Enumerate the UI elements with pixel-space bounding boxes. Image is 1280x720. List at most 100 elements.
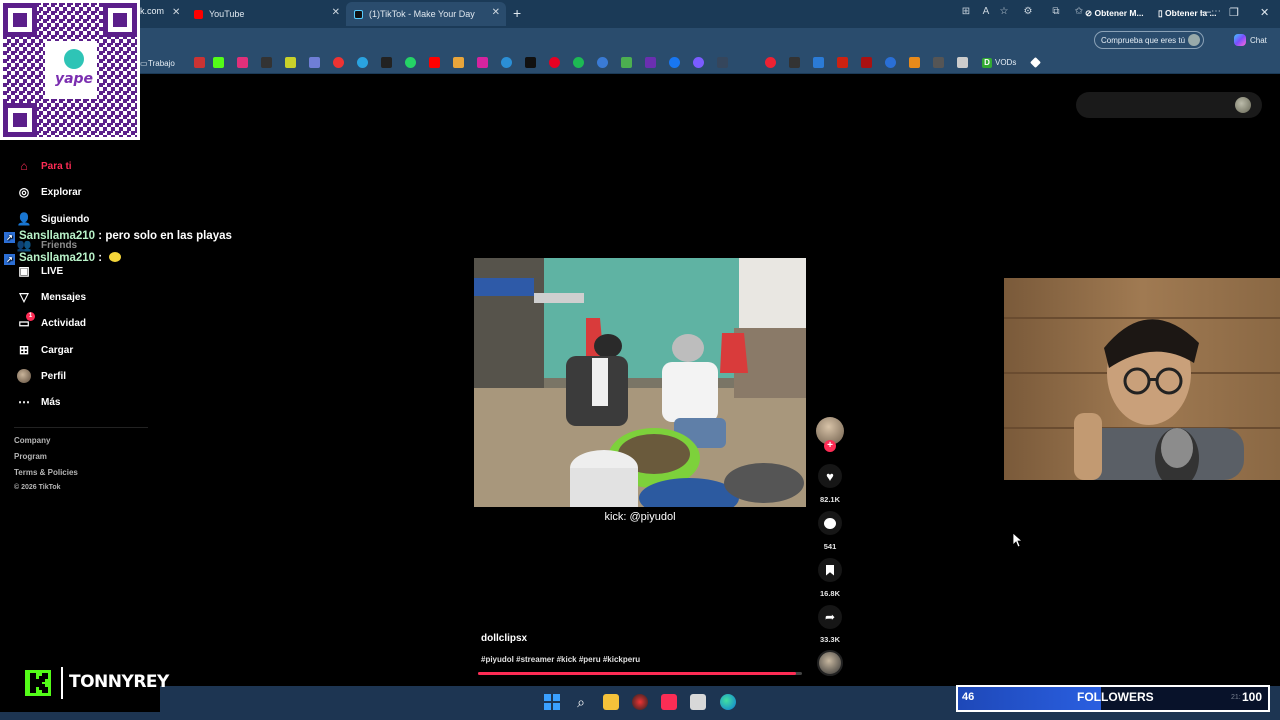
restore-icon[interactable]: ❐ bbox=[1229, 6, 1239, 19]
chrome-icon[interactable] bbox=[632, 694, 648, 710]
sidebar-item-live[interactable]: ▣ LIVE bbox=[16, 264, 63, 278]
video-player[interactable] bbox=[474, 258, 806, 507]
youtube-bookmark-icon[interactable] bbox=[429, 57, 440, 68]
avatar[interactable] bbox=[1235, 97, 1251, 113]
bookmark-icon[interactable] bbox=[789, 57, 800, 68]
bookmark-icon[interactable] bbox=[381, 57, 392, 68]
bookmark-icon[interactable] bbox=[861, 57, 872, 68]
sidebar-item-mensajes[interactable]: ▽ Mensajes bbox=[16, 290, 86, 304]
appletv-bookmark-icon[interactable] bbox=[261, 57, 272, 68]
bookmark-icon[interactable] bbox=[909, 57, 920, 68]
footer-link-terms[interactable]: Terms & Policies bbox=[14, 468, 78, 477]
pinterest-bookmark-icon[interactable] bbox=[549, 57, 560, 68]
split-screen-icon[interactable]: ⧉ bbox=[1050, 6, 1062, 18]
video-author[interactable]: dollclipsx bbox=[481, 633, 527, 644]
app-available-icon[interactable]: ⊞ bbox=[960, 6, 972, 18]
search-icon[interactable]: ⌕ bbox=[573, 694, 589, 710]
instagram-bookmark-icon[interactable] bbox=[477, 57, 488, 68]
follow-button[interactable]: + bbox=[824, 440, 836, 452]
bookmark-icon[interactable] bbox=[693, 57, 704, 68]
bookmark-icon[interactable] bbox=[309, 57, 320, 68]
windows-start-icon[interactable] bbox=[544, 694, 560, 710]
bookmark-icon[interactable] bbox=[645, 57, 656, 68]
sidebar-item-label: Siguiendo bbox=[41, 213, 90, 225]
kick-bookmark-icon[interactable] bbox=[213, 57, 224, 68]
bookmark-icon[interactable] bbox=[813, 57, 824, 68]
bookmark-folder-trabajo[interactable]: Trabajo bbox=[148, 59, 175, 68]
bookmark-icon[interactable] bbox=[285, 57, 296, 68]
get-mobile-app-button[interactable]: ⊘ Obtener M... bbox=[1085, 8, 1144, 19]
footer-link-company[interactable]: Company bbox=[14, 436, 50, 445]
bookmark-icon[interactable] bbox=[885, 57, 896, 68]
chat-username: Sansllama210 bbox=[19, 230, 96, 242]
sidebar-item-cargar[interactable]: ⊞ Cargar bbox=[16, 343, 73, 357]
sidebar-item-explorar[interactable]: ◎ Explorar bbox=[16, 185, 82, 199]
comment-button[interactable] bbox=[818, 511, 842, 535]
system-clock: 21: bbox=[1231, 694, 1241, 701]
youtube-favicon-icon bbox=[194, 9, 203, 19]
favorites-icon[interactable]: ✩ bbox=[1073, 6, 1085, 18]
video-hashtags[interactable]: #piyudol #streamer #kick #peru #kickperu bbox=[481, 655, 640, 664]
close-tab-icon[interactable]: ✕ bbox=[172, 7, 180, 18]
music-app-icon[interactable] bbox=[661, 694, 677, 710]
like-button[interactable]: ♥ bbox=[818, 464, 842, 488]
url-field[interactable]: k.com bbox=[140, 6, 164, 16]
get-desktop-app-button[interactable]: ▯ Obtener la ... bbox=[1158, 8, 1217, 19]
sidebar-item-perfil[interactable]: Perfil bbox=[16, 369, 66, 383]
sidebar-item-siguiendo[interactable]: 👤 Siguiendo bbox=[16, 212, 90, 226]
close-tab-icon[interactable]: ✕ bbox=[332, 7, 340, 18]
save-button[interactable] bbox=[818, 558, 842, 582]
bookmark-icon[interactable] bbox=[837, 57, 848, 68]
bookmark-icon[interactable] bbox=[333, 57, 344, 68]
telegram-bookmark-icon[interactable] bbox=[357, 57, 368, 68]
sidebar-item-label: Perfil bbox=[41, 370, 67, 382]
bookmark-icon[interactable] bbox=[453, 57, 464, 68]
heart-icon: ♥ bbox=[826, 468, 834, 484]
x-bookmark-icon[interactable] bbox=[525, 57, 536, 68]
close-window-icon[interactable]: ✕ bbox=[1260, 6, 1269, 19]
kick-badge-icon: ↗ bbox=[4, 232, 15, 243]
copyright: © 2026 TikTok bbox=[14, 484, 61, 491]
music-bookmark-icon[interactable] bbox=[237, 57, 248, 68]
edge-icon[interactable] bbox=[720, 694, 736, 710]
copilot-chat-button[interactable]: Chat bbox=[1234, 34, 1267, 46]
favorite-star-icon[interactable]: ☆ bbox=[998, 6, 1010, 18]
file-explorer-icon[interactable] bbox=[603, 694, 619, 710]
comment-count: 541 bbox=[823, 542, 837, 551]
read-aloud-icon[interactable]: A bbox=[980, 6, 992, 18]
facebook-bookmark-icon[interactable] bbox=[669, 57, 680, 68]
tumblr-bookmark-icon[interactable] bbox=[717, 57, 728, 68]
share-button[interactable]: ➦ bbox=[818, 605, 842, 629]
bookmark-icon[interactable] bbox=[957, 57, 968, 68]
sidebar-item-actividad[interactable]: ▭ 1 Actividad bbox=[16, 312, 87, 330]
bookmark-icon[interactable] bbox=[501, 57, 512, 68]
music-disc-icon[interactable] bbox=[817, 650, 843, 676]
maps-bookmark-icon[interactable] bbox=[621, 57, 632, 68]
sidebar-item-label: Actividad bbox=[41, 317, 87, 329]
new-tab-button[interactable]: + bbox=[513, 5, 521, 21]
sidebar-item-para-ti[interactable]: ⌂ Para ti bbox=[16, 159, 71, 173]
sidebar-item-mas[interactable]: ⋯ Más bbox=[16, 395, 60, 409]
following-icon: 👤 bbox=[16, 212, 32, 226]
kick-badge-icon: ↗ bbox=[4, 254, 15, 265]
bookmark-icon[interactable] bbox=[765, 57, 776, 68]
spotify-bookmark-icon[interactable] bbox=[573, 57, 584, 68]
sidebar-divider bbox=[14, 427, 148, 428]
webcam-overlay bbox=[1004, 278, 1280, 480]
snipping-tool-icon[interactable] bbox=[690, 694, 706, 710]
tab-tiktok[interactable]: (1)TikTok - Make Your Day ✕ bbox=[346, 2, 506, 26]
close-tab-icon[interactable]: ✕ bbox=[492, 7, 500, 18]
tab-youtube[interactable]: YouTube ✕ bbox=[186, 2, 346, 26]
home-icon: ⌂ bbox=[20, 159, 28, 173]
bookmark-icon[interactable] bbox=[933, 57, 944, 68]
svg-text:yape: yape bbox=[55, 71, 93, 87]
bookmark-vods[interactable]: D VODs bbox=[982, 58, 1016, 68]
footer-link-program[interactable]: Program bbox=[14, 452, 47, 461]
bookmark-icon[interactable] bbox=[741, 57, 752, 68]
extensions-icon[interactable]: ⚙ bbox=[1022, 6, 1034, 18]
whatsapp-bookmark-icon[interactable] bbox=[405, 57, 416, 68]
profile-button[interactable]: Comprueba que eres tú bbox=[1094, 31, 1204, 49]
bookmark-icon[interactable] bbox=[597, 57, 608, 68]
video-progress-bar[interactable] bbox=[478, 672, 802, 675]
bookmark-icon[interactable] bbox=[194, 57, 205, 68]
